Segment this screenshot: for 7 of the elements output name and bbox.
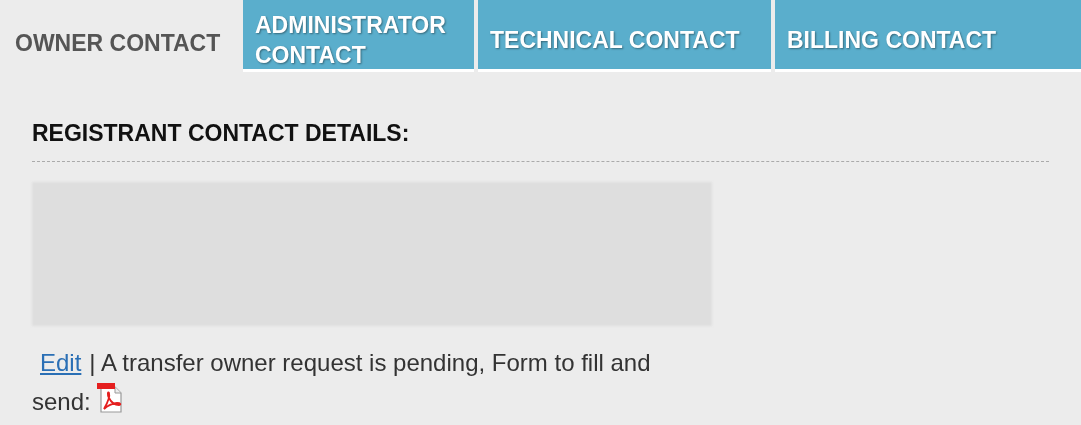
pdf-file-icon[interactable] <box>94 381 125 414</box>
transfer-notice: Edit | A transfer owner request is pending, Form to fill and send: <box>32 347 652 417</box>
section-heading: REGISTRANT CONTACT DETAILS: <box>32 119 411 148</box>
contact-tab[interactable]: BILLING CONTACT <box>775 0 1081 72</box>
contact-tab[interactable]: ADMINISTRATOR CONTACT <box>243 0 474 72</box>
contact-tab[interactable]: TECHNICAL CONTACT <box>478 0 771 72</box>
edit-link[interactable]: Edit <box>40 348 82 376</box>
